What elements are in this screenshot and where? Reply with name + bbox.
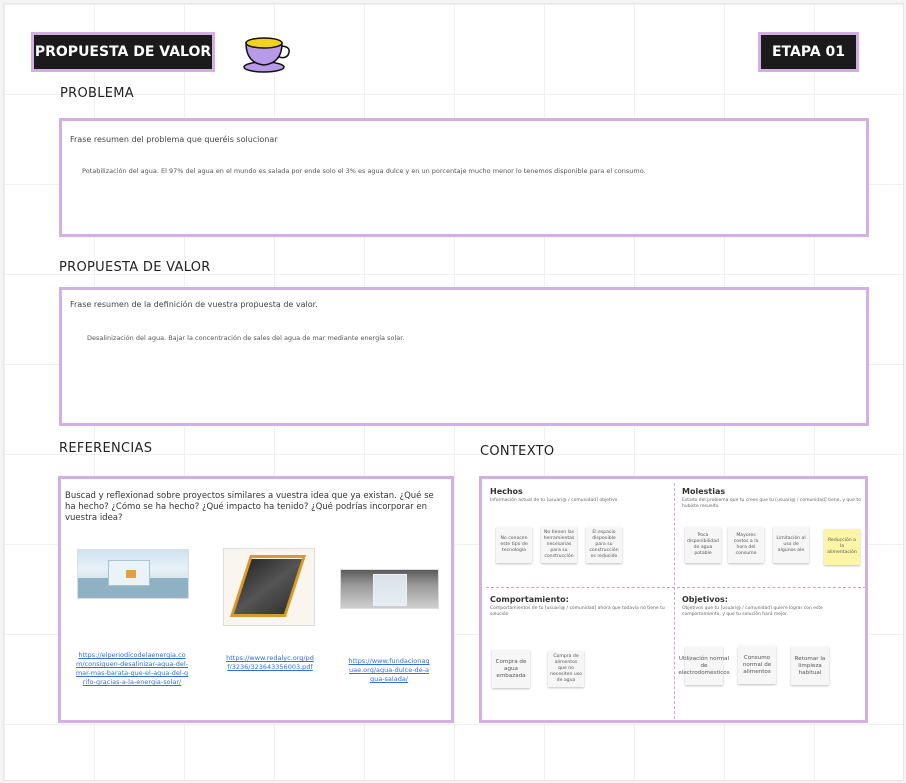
reference-image-2[interactable] bbox=[223, 548, 315, 626]
propuesta-heading: PROPUESTA DE VALOR bbox=[59, 260, 211, 275]
problema-heading: PROBLEMA bbox=[60, 86, 134, 101]
reference-link-2[interactable]: https://www.redalyc.org/pdf/3236/3236433… bbox=[225, 654, 315, 672]
problema-lead: Frase resumen del problema que queréis s… bbox=[70, 135, 278, 144]
page-title: PROPUESTA DE VALOR bbox=[34, 44, 212, 60]
reference-link-1[interactable]: https://elperiodicodelaenergia.com/consi… bbox=[75, 651, 189, 687]
sticky-note[interactable]: No tienen las herramientas necesarias pa… bbox=[541, 527, 577, 563]
hechos-sub: Información actual de tu [usuari@ / comu… bbox=[490, 498, 619, 503]
contexto-vertical-divider bbox=[674, 483, 675, 719]
sticky-note-highlight[interactable]: Reducción a la alimentación bbox=[824, 529, 860, 565]
objetivos-title: Objetivos: bbox=[682, 595, 728, 604]
stage-label: ETAPA 01 bbox=[771, 44, 846, 60]
sticky-note[interactable]: Consumo normal de alimentos bbox=[738, 646, 776, 684]
comportamiento-sub: Comportamientos de tu [usuari@ / comunid… bbox=[490, 606, 665, 617]
sticky-note[interactable]: Utilización normal de electrodomésticos bbox=[678, 647, 730, 685]
hechos-title: Hechos bbox=[490, 487, 523, 496]
sticky-note[interactable]: Mayores costos a la hora del consumo bbox=[728, 527, 764, 563]
molestias-sub: Estado del problema que tu crees que tu … bbox=[682, 498, 861, 509]
problema-text: Potabilización del agua. El 97% del agua… bbox=[82, 167, 646, 175]
contexto-heading: CONTEXTO bbox=[480, 444, 555, 459]
objetivos-sub: Objetivos que tu [usuari@ / comunidad] q… bbox=[682, 606, 823, 617]
sticky-note[interactable]: Compra de alimentos que no necesiten uso… bbox=[548, 651, 584, 687]
propuesta-frame[interactable]: Frase resumen de la definición de vuestr… bbox=[59, 287, 869, 426]
sticky-note[interactable]: Poca disponibilidad de agua potable bbox=[685, 527, 721, 563]
sticky-note[interactable]: No conocen este tipo de tecnología bbox=[496, 527, 532, 563]
sticky-note[interactable]: Limitación al uso de algunos ale bbox=[773, 527, 809, 563]
reference-image-3[interactable] bbox=[340, 569, 439, 609]
molestias-title: Molestias bbox=[682, 487, 726, 496]
problema-frame[interactable]: Frase resumen del problema que queréis s… bbox=[59, 118, 869, 237]
propuesta-lead: Frase resumen de la definición de vuestr… bbox=[70, 300, 318, 309]
sticky-note[interactable]: El espacio disponible para su construcci… bbox=[586, 527, 622, 563]
comportamiento-title: Comportamiento: bbox=[490, 595, 569, 604]
referencias-frame[interactable]: Buscad y reflexionad sobre proyectos sim… bbox=[58, 476, 454, 723]
sticky-note[interactable]: Compra de agua embazada bbox=[492, 650, 530, 688]
title-tag: PROPUESTA DE VALOR bbox=[31, 32, 215, 72]
referencias-heading: REFERENCIAS bbox=[59, 441, 153, 456]
sticky-note[interactable]: Retomar la limpieza habitual bbox=[791, 647, 829, 685]
teacup-icon bbox=[238, 33, 294, 75]
stage-tag: ETAPA 01 bbox=[758, 32, 859, 72]
referencias-lead: Buscad y reflexionad sobre proyectos sim… bbox=[65, 491, 434, 523]
contexto-horizontal-divider bbox=[486, 587, 866, 588]
propuesta-text: Desalinización del agua. Bajar la concen… bbox=[87, 334, 405, 342]
reference-link-3[interactable]: https://www.fundacionaquae.org/agua-dulc… bbox=[347, 657, 431, 684]
reference-image-1[interactable] bbox=[77, 549, 189, 599]
contexto-frame[interactable]: Hechos Información actual de tu [usuari@… bbox=[479, 476, 868, 723]
